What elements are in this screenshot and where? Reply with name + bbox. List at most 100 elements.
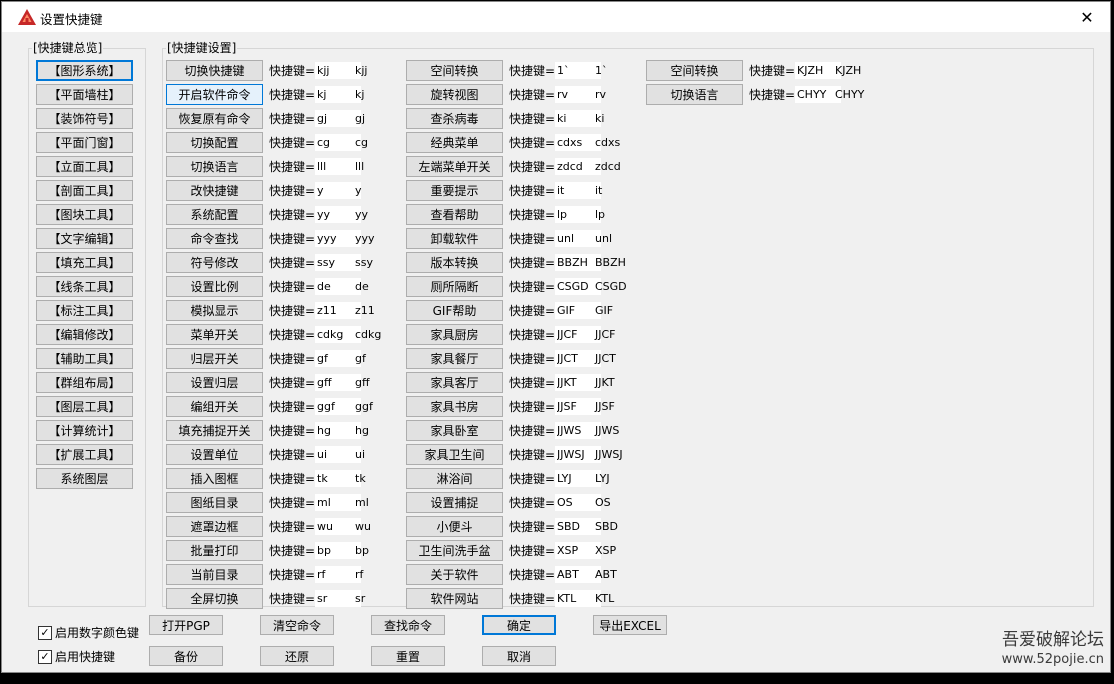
col2-shortcut-label-13: 快捷键= xyxy=(509,376,556,390)
col1-command-button-11[interactable]: 菜单开关 xyxy=(166,324,263,345)
col1-shortcut-label-5: 快捷键= xyxy=(269,184,316,198)
col1-shortcut-label-21: 快捷键= xyxy=(269,568,316,582)
col2-shortcut-value-11: JJCF xyxy=(595,328,616,341)
checkbox-box-1: ✓ xyxy=(38,649,52,664)
col1-shortcut-value-18: ml xyxy=(355,496,369,509)
overview-item-1[interactable]: 【平面墙柱】 xyxy=(36,84,133,105)
col2-command-button-11[interactable]: 家具厨房 xyxy=(406,324,503,345)
col2-shortcut-value-2: ki xyxy=(595,112,605,125)
col2-command-button-12[interactable]: 家具餐厅 xyxy=(406,348,503,369)
col2-command-button-0[interactable]: 空间转换 xyxy=(406,60,503,81)
col1-command-button-21[interactable]: 当前目录 xyxy=(166,564,263,585)
overview-item-2[interactable]: 【装饰符号】 xyxy=(36,108,133,129)
col2-command-button-18[interactable]: 设置捕捉 xyxy=(406,492,503,513)
col2-command-button-15[interactable]: 家具卧室 xyxy=(406,420,503,441)
col1-command-button-1[interactable]: 开启软件命令 xyxy=(166,84,263,105)
col2-shortcut-label-0: 快捷键= xyxy=(509,64,556,78)
col2-command-button-8[interactable]: 版本转换 xyxy=(406,252,503,273)
overview-item-16[interactable]: 【扩展工具】 xyxy=(36,444,133,465)
col3-command-button-1[interactable]: 切换语言 xyxy=(646,84,743,105)
col2-command-button-22[interactable]: 软件网站 xyxy=(406,588,503,609)
overview-item-6[interactable]: 【图块工具】 xyxy=(36,204,133,225)
col1-command-button-20[interactable]: 批量打印 xyxy=(166,540,263,561)
window-title: 设置快捷键 xyxy=(40,12,103,27)
col2-command-button-3[interactable]: 经典菜单 xyxy=(406,132,503,153)
col1-command-button-13[interactable]: 设置归层 xyxy=(166,372,263,393)
col2-command-button-1[interactable]: 旋转视图 xyxy=(406,84,503,105)
col1-command-button-4[interactable]: 切换语言 xyxy=(166,156,263,177)
col1-shortcut-value-6: yy xyxy=(355,208,369,221)
col2-command-button-9[interactable]: 厕所隔断 xyxy=(406,276,503,297)
overview-item-11[interactable]: 【编辑修改】 xyxy=(36,324,133,345)
overview-item-12[interactable]: 【辅助工具】 xyxy=(36,348,133,369)
col1-command-button-14[interactable]: 编组开关 xyxy=(166,396,263,417)
col1-command-button-8[interactable]: 符号修改 xyxy=(166,252,263,273)
col1-command-button-22[interactable]: 全屏切换 xyxy=(166,588,263,609)
col1-shortcut-value-1: kj xyxy=(355,88,365,101)
overview-item-9[interactable]: 【线条工具】 xyxy=(36,276,133,297)
col2-command-button-16[interactable]: 家具卫生间 xyxy=(406,444,503,465)
col1-command-button-3[interactable]: 切换配置 xyxy=(166,132,263,153)
overview-item-4[interactable]: 【立面工具】 xyxy=(36,156,133,177)
col2-command-button-19[interactable]: 小便斗 xyxy=(406,516,503,537)
col2-command-button-6[interactable]: 查看帮助 xyxy=(406,204,503,225)
col2-shortcut-value-19: SBD xyxy=(595,520,618,533)
overview-item-3[interactable]: 【平面门窗】 xyxy=(36,132,133,153)
overview-item-13[interactable]: 【群组布局】 xyxy=(36,372,133,393)
col2-command-button-4[interactable]: 左端菜单开关 xyxy=(406,156,503,177)
col2-command-button-10[interactable]: GIF帮助 xyxy=(406,300,503,321)
col1-command-button-0[interactable]: 切换快捷键 xyxy=(166,60,263,81)
col2-command-button-13[interactable]: 家具客厅 xyxy=(406,372,503,393)
col1-command-button-17[interactable]: 插入图框 xyxy=(166,468,263,489)
col2-command-button-7[interactable]: 卸载软件 xyxy=(406,228,503,249)
col1-shortcut-label-11: 快捷键= xyxy=(269,328,316,342)
col1-shortcut-label-14: 快捷键= xyxy=(269,400,316,414)
footer-button-row1-3[interactable]: 确定 xyxy=(482,615,556,635)
col1-command-button-2[interactable]: 恢复原有命令 xyxy=(166,108,263,129)
overview-item-7[interactable]: 【文字编辑】 xyxy=(36,228,133,249)
footer-button-row2-2[interactable]: 重置 xyxy=(371,646,445,666)
col1-command-button-7[interactable]: 命令查找 xyxy=(166,228,263,249)
overview-item-17[interactable]: 系统图层 xyxy=(36,468,133,489)
overview-item-15[interactable]: 【计算统计】 xyxy=(36,420,133,441)
col2-command-button-17[interactable]: 淋浴间 xyxy=(406,468,503,489)
footer-button-row2-0[interactable]: 备份 xyxy=(149,646,223,666)
footer-button-row2-1[interactable]: 还原 xyxy=(260,646,334,666)
autocad-app-icon xyxy=(18,9,36,25)
col1-command-button-9[interactable]: 设置比例 xyxy=(166,276,263,297)
footer-button-row2-3[interactable]: 取消 xyxy=(482,646,556,666)
overview-item-5[interactable]: 【剖面工具】 xyxy=(36,180,133,201)
col1-command-button-10[interactable]: 模拟显示 xyxy=(166,300,263,321)
col1-command-button-5[interactable]: 改快捷键 xyxy=(166,180,263,201)
col1-command-button-19[interactable]: 遮罩边框 xyxy=(166,516,263,537)
footer-checkbox-1[interactable]: ✓ 启用快捷键 xyxy=(38,648,115,665)
col3-command-button-0[interactable]: 空间转换 xyxy=(646,60,743,81)
overview-item-10[interactable]: 【标注工具】 xyxy=(36,300,133,321)
col2-shortcut-label-6: 快捷键= xyxy=(509,208,556,222)
overview-item-8[interactable]: 【填充工具】 xyxy=(36,252,133,273)
footer-button-row1-1[interactable]: 清空命令 xyxy=(260,615,334,635)
overview-item-0[interactable]: 【图形系统】 xyxy=(36,60,133,81)
col1-command-button-15[interactable]: 填充捕捉开关 xyxy=(166,420,263,441)
col1-command-button-18[interactable]: 图纸目录 xyxy=(166,492,263,513)
col2-command-button-14[interactable]: 家具书房 xyxy=(406,396,503,417)
col1-shortcut-value-8: ssy xyxy=(355,256,373,269)
col2-command-button-2[interactable]: 查杀病毒 xyxy=(406,108,503,129)
overview-item-14[interactable]: 【图层工具】 xyxy=(36,396,133,417)
footer-button-row1-2[interactable]: 查找命令 xyxy=(371,615,445,635)
close-button[interactable]: ✕ xyxy=(1064,2,1110,32)
col1-shortcut-label-12: 快捷键= xyxy=(269,352,316,366)
footer-button-row1-0[interactable]: 打开PGP xyxy=(149,615,223,635)
col2-command-button-21[interactable]: 关于软件 xyxy=(406,564,503,585)
footer-button-row1-4[interactable]: 导出EXCEL xyxy=(593,615,667,635)
title-bar: 设置快捷键 ✕ xyxy=(2,2,1110,32)
col1-command-button-12[interactable]: 归层开关 xyxy=(166,348,263,369)
col2-command-button-20[interactable]: 卫生间洗手盆 xyxy=(406,540,503,561)
col2-command-button-5[interactable]: 重要提示 xyxy=(406,180,503,201)
col1-shortcut-value-12: gf xyxy=(355,352,366,365)
footer-checkbox-0[interactable]: ✓ 启用数字颜色键 xyxy=(38,624,139,641)
col1-command-button-6[interactable]: 系统配置 xyxy=(166,204,263,225)
col2-shortcut-value-16: JJWSJ xyxy=(595,448,623,461)
col2-shortcut-label-18: 快捷键= xyxy=(509,496,556,510)
col1-command-button-16[interactable]: 设置单位 xyxy=(166,444,263,465)
